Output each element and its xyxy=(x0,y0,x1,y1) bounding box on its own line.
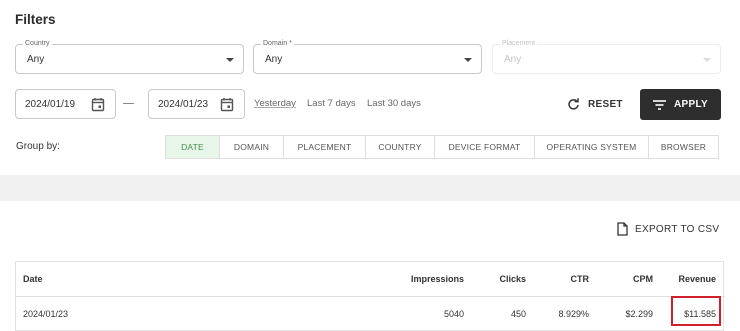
group-by-browser[interactable]: BROWSER xyxy=(648,135,719,159)
cell-impressions: 5040 xyxy=(443,309,464,319)
column-header-impressions[interactable]: Impressions xyxy=(411,262,464,296)
revenue-highlight-box xyxy=(671,296,721,326)
page-title: Filters xyxy=(15,12,56,27)
export-csv-button[interactable]: EXPORT TO CSV xyxy=(617,222,719,236)
country-select[interactable]: Country Any xyxy=(15,39,244,74)
table-row: 2024/01/23 5040 450 8.929% $2.299 $11.58… xyxy=(16,297,725,331)
export-csv-label: EXPORT TO CSV xyxy=(635,223,720,235)
cell-clicks: 450 xyxy=(510,309,526,319)
country-select-value: Any xyxy=(27,54,45,65)
cell-cpm: $2.299 xyxy=(625,309,653,319)
placement-select-value: Any xyxy=(504,54,522,65)
apply-button[interactable]: APPLY xyxy=(640,89,721,120)
group-by-operating-system[interactable]: OPERATING SYSTEM xyxy=(534,135,649,159)
reset-button[interactable]: RESET xyxy=(567,94,623,114)
refresh-icon xyxy=(568,97,579,110)
country-select-label: Country xyxy=(23,39,52,49)
column-header-cpm[interactable]: CPM xyxy=(633,262,653,296)
chevron-down-icon xyxy=(703,58,711,62)
quick-range-last-7-days[interactable]: Last 7 days xyxy=(307,98,356,109)
group-by-placement[interactable]: PLACEMENT xyxy=(283,135,366,159)
placement-select: Placement Any xyxy=(492,39,721,74)
column-header-ctr[interactable]: CTR xyxy=(571,262,590,296)
calendar-icon[interactable] xyxy=(91,97,105,117)
date-to-input[interactable]: 2024/01/23 xyxy=(148,89,245,119)
group-by-label: Group by: xyxy=(16,141,60,152)
group-by-toggle: DATE DOMAIN PLACEMENT COUNTRY DEVICE FOR… xyxy=(165,135,719,159)
domain-select[interactable]: Domain * Any xyxy=(253,39,482,74)
column-header-clicks[interactable]: Clicks xyxy=(499,262,526,296)
calendar-icon[interactable] xyxy=(220,97,234,117)
date-range-separator xyxy=(123,103,134,104)
cell-ctr: 8.929% xyxy=(558,309,589,319)
cell-date: 2024/01/23 xyxy=(23,309,69,319)
placement-select-label: Placement xyxy=(500,39,538,49)
apply-label: APPLY xyxy=(674,99,708,110)
column-header-date[interactable]: Date xyxy=(23,262,43,296)
quick-range-last-30-days[interactable]: Last 30 days xyxy=(367,98,421,109)
date-from-input[interactable]: 2024/01/19 xyxy=(15,89,116,119)
report-table: Date Impressions Clicks CTR CPM Revenue … xyxy=(15,261,725,331)
date-to-value: 2024/01/23 xyxy=(158,99,209,110)
quick-range-yesterday[interactable]: Yesterday xyxy=(254,98,296,109)
document-icon xyxy=(617,222,628,236)
domain-select-value: Any xyxy=(265,54,283,65)
date-from-value: 2024/01/19 xyxy=(25,99,76,110)
group-by-country[interactable]: COUNTRY xyxy=(365,135,435,159)
group-by-device-format[interactable]: DEVICE FORMAT xyxy=(434,135,535,159)
group-by-domain[interactable]: DOMAIN xyxy=(219,135,284,159)
domain-select-label: Domain * xyxy=(261,39,294,49)
reset-label: RESET xyxy=(588,98,623,110)
chevron-down-icon xyxy=(464,58,472,62)
filter-lines-icon xyxy=(653,99,667,110)
chevron-down-icon xyxy=(226,58,234,62)
table-header: Date Impressions Clicks CTR CPM Revenue xyxy=(16,262,725,297)
section-divider xyxy=(0,175,740,201)
column-header-revenue[interactable]: Revenue xyxy=(678,262,716,296)
group-by-date[interactable]: DATE xyxy=(165,135,220,159)
